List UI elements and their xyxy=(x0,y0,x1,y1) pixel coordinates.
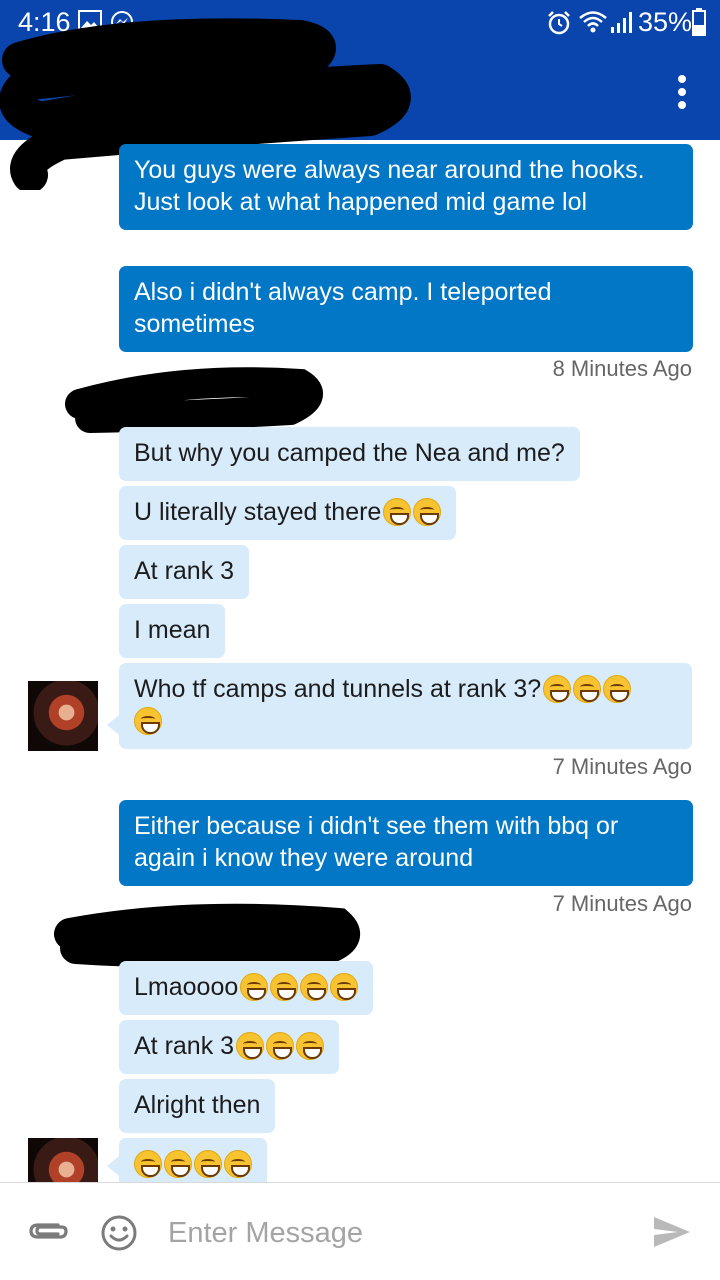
bubble-tail xyxy=(107,715,119,735)
message-bubble-incoming[interactable]: At rank 3 xyxy=(119,1020,340,1074)
alarm-icon xyxy=(548,11,570,35)
message-timestamp: 7 Minutes Ago xyxy=(552,891,692,916)
laughing-emoji-icon xyxy=(573,675,602,703)
message-timestamp: 8 Minutes Ago xyxy=(552,356,692,381)
chat-thread[interactable]: You guys were always near around the hoo… xyxy=(0,140,720,1182)
message-text: Either because i didn't see them with bb… xyxy=(134,812,619,872)
message-input[interactable] xyxy=(168,1213,608,1253)
message-text: U literally stayed there xyxy=(134,498,382,526)
wifi-icon xyxy=(579,11,607,33)
message-bubble-outgoing[interactable]: Either because i didn't see them with bb… xyxy=(119,800,693,886)
paperclip-icon[interactable] xyxy=(28,1219,70,1243)
message-text: I mean xyxy=(134,616,211,644)
message-bubble-outgoing[interactable]: Also i didn't always camp. I teleported … xyxy=(119,266,693,352)
message-bubble-incoming[interactable]: Who tf camps and tunnels at rank 3? xyxy=(119,663,692,749)
laughing-emoji-icon xyxy=(164,1150,192,1178)
laughing-emoji-icon xyxy=(383,498,412,526)
contact-avatar[interactable] xyxy=(28,1138,98,1182)
laughing-emoji-icon xyxy=(134,1150,162,1178)
message-bubble-incoming[interactable]: Lmaoooo xyxy=(119,961,374,1015)
message-bubble-incoming[interactable]: But why you camped the Nea and me? xyxy=(119,427,580,481)
signal-icon xyxy=(611,12,632,33)
laughing-emoji-icon xyxy=(296,1032,325,1060)
laughing-emoji-icon xyxy=(240,973,269,1001)
message-bubble-incoming[interactable]: At rank 3 xyxy=(119,545,250,599)
send-icon[interactable] xyxy=(652,1215,692,1249)
more-vert-icon[interactable] xyxy=(672,72,692,112)
message-text: Alright then xyxy=(134,1091,261,1119)
message-bubble-incoming[interactable] xyxy=(119,1138,267,1182)
message-text: At rank 3 xyxy=(134,557,235,585)
laughing-emoji-icon xyxy=(134,707,162,735)
message-text: Who tf camps and tunnels at rank 3? xyxy=(134,675,542,703)
laughing-emoji-icon xyxy=(603,675,632,703)
message-bubble-incoming[interactable]: Alright then xyxy=(119,1079,276,1133)
smiley-icon[interactable] xyxy=(100,1214,138,1252)
bubble-tail xyxy=(107,1156,119,1176)
message-text: You guys were always near around the hoo… xyxy=(134,156,645,216)
laughing-emoji-icon xyxy=(413,498,442,526)
message-timestamp: 7 Minutes Ago xyxy=(552,754,692,779)
message-bubble-incoming[interactable]: U literally stayed there xyxy=(119,486,457,540)
message-text: Also i didn't always camp. I teleported … xyxy=(134,278,552,338)
battery-percent: 35% xyxy=(638,7,693,37)
message-text: But why you camped the Nea and me? xyxy=(134,439,565,467)
battery-icon xyxy=(692,8,706,36)
laughing-emoji-icon xyxy=(300,973,329,1001)
laughing-emoji-icon xyxy=(194,1150,222,1178)
laughing-emoji-icon xyxy=(543,675,572,703)
laughing-emoji-icon xyxy=(224,1150,252,1178)
message-bubble-outgoing[interactable]: You guys were always near around the hoo… xyxy=(119,144,693,230)
laughing-emoji-icon xyxy=(330,973,359,1001)
message-composer xyxy=(0,1182,720,1280)
message-text: At rank 3 xyxy=(134,1032,235,1060)
message-text: Lmaoooo xyxy=(134,973,239,1001)
message-bubble-incoming[interactable]: I mean xyxy=(119,604,226,658)
contact-avatar[interactable] xyxy=(28,681,98,751)
redaction-scribble xyxy=(54,903,360,968)
laughing-emoji-icon xyxy=(266,1032,295,1060)
redaction-scribble xyxy=(65,367,323,433)
laughing-emoji-icon xyxy=(270,973,299,1001)
laughing-emoji-icon xyxy=(236,1032,265,1060)
